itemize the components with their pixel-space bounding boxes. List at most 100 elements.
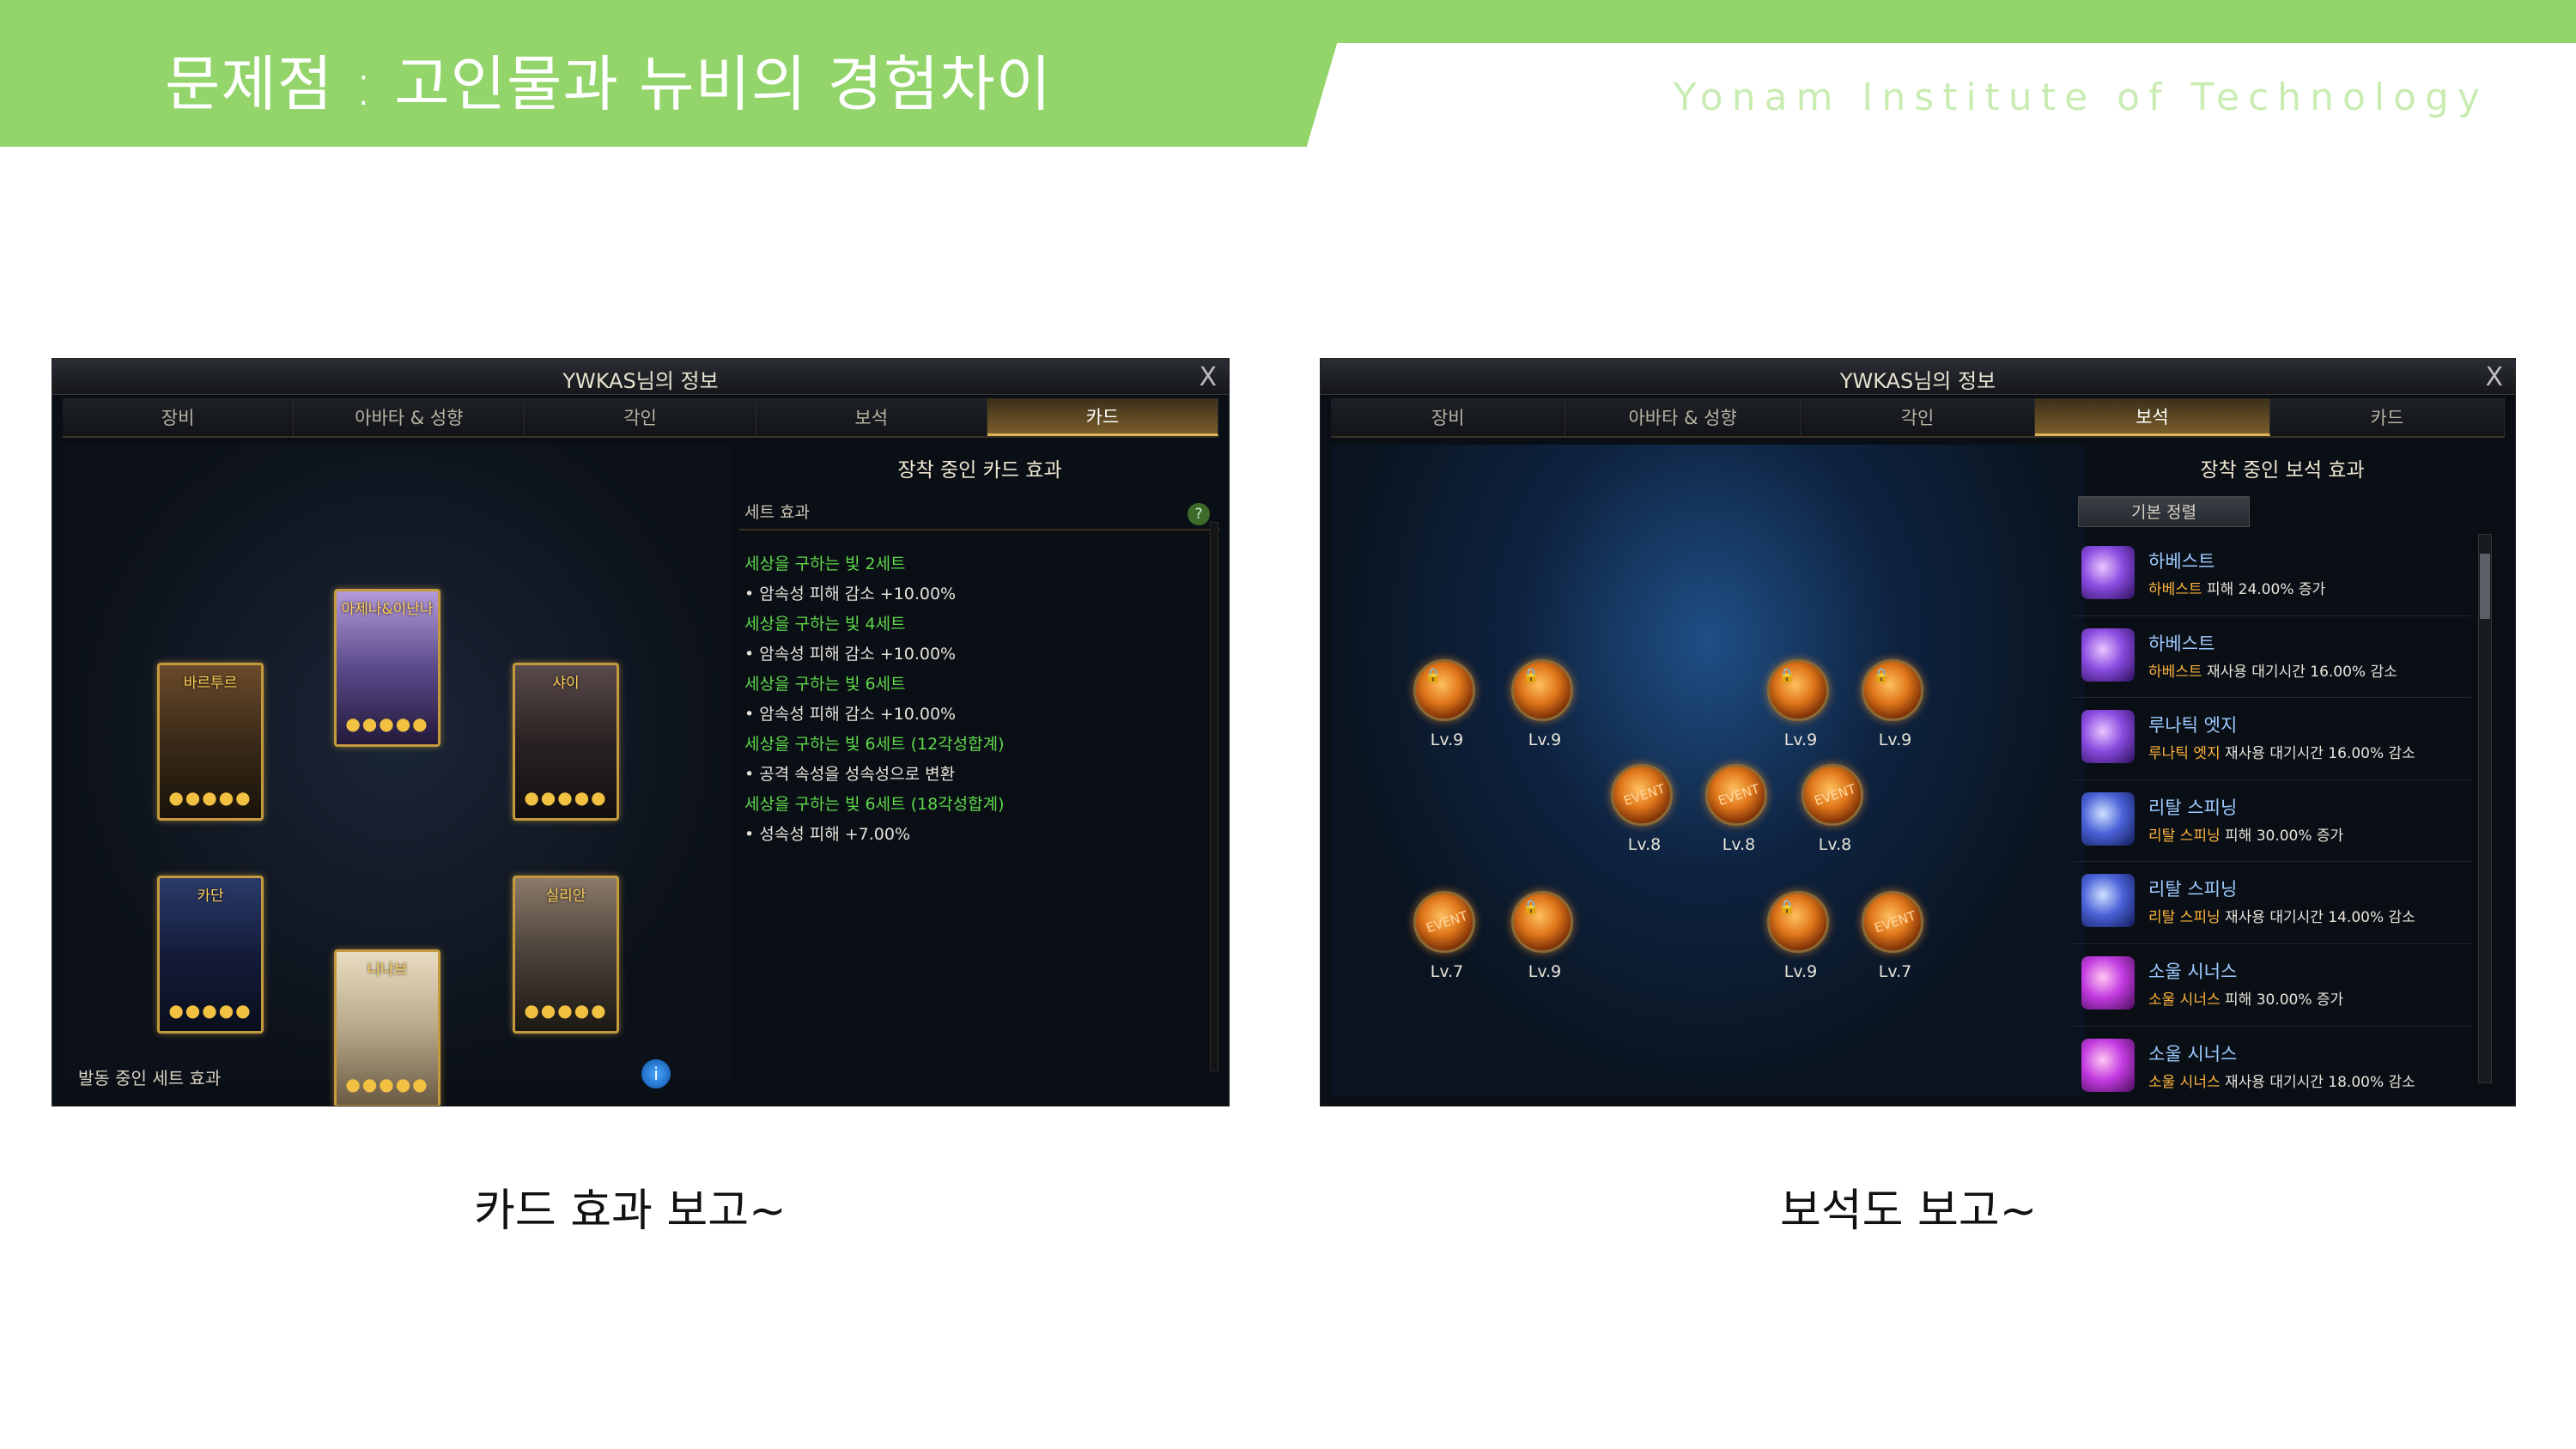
card-name: 아제나&이난나 (341, 601, 434, 618)
gem-socket[interactable]: 🔒 Lv.9 (1767, 891, 1829, 981)
skill-highlight: 리탈 스피닝 (2148, 909, 2221, 927)
skill-name: 소울 시너스 (2148, 1043, 2238, 1064)
set-effect-detail: • 암속성 피해 감소 +10.00% (744, 585, 957, 603)
tab-avatar[interactable]: 아바타 & 성향 (294, 398, 526, 436)
card-layout-area: 바르투르 ●●●●● 아제나&이난나 ●●●●● 샤이 ●●●●● 카단 ●●●… (63, 445, 732, 1106)
tab-cards[interactable]: 카드 (2269, 398, 2506, 436)
scrollbar[interactable] (2478, 534, 2492, 1083)
gem-socket[interactable]: EVENT Lv.7 (1413, 891, 1475, 981)
gem-socket[interactable]: EVENT Lv.8 (1611, 764, 1673, 854)
card-name: 샤이 (552, 675, 580, 692)
gem-effect-row[interactable]: 소울 시너스 소울 시너스 재사용 대기시간 18.00% 감소 (2073, 1027, 2471, 1106)
effect-text: 피해 30.00% 증가 (2220, 827, 2344, 845)
gem-level: Lv.9 (1878, 731, 1912, 749)
gem-socket[interactable]: EVENT Lv.7 (1862, 891, 1923, 981)
card-window-screenshot: YWKAS님의 정보 X 장비 아바타 & 성향 각인 보석 카드 바르투르 ●… (52, 358, 1230, 1106)
set-effect-title: 세상을 구하는 빛 6세트 (744, 675, 906, 694)
close-icon[interactable]: X (1199, 362, 1217, 392)
tab-gems[interactable]: 보석 (756, 398, 987, 436)
gem-effect-panel: 장착 중인 보석 효과 기본 정렬 하베스트 하베스트 피해 24.00% 증가 하… (2068, 445, 2497, 1097)
caption-gems: 보석도 보고~ (1780, 1185, 2038, 1237)
card-slot[interactable]: 니나브 ●●●●● (334, 949, 440, 1106)
gem-effect-row[interactable]: 하베스트 하베스트 피해 24.00% 증가 (2073, 534, 2471, 616)
gem-socket[interactable]: 🔒 Lv.9 (1862, 659, 1923, 749)
set-effect-title: 세상을 구하는 빛 2세트 (744, 555, 906, 573)
card-slot[interactable]: 카단 ●●●●● (157, 876, 264, 1034)
tab-cards[interactable]: 카드 (987, 398, 1219, 436)
help-icon[interactable]: ? (1188, 503, 1210, 525)
gem-socket[interactable]: 🔒 Lv.9 (1767, 659, 1829, 749)
card-slot[interactable]: 바르투르 ●●●●● (157, 663, 264, 821)
lock-icon: 🔒 (1778, 899, 1795, 915)
set-effect-header: 세트 효과 (739, 500, 1220, 530)
event-tag: EVENT (1424, 907, 1470, 937)
awaken-gems: ●●●●● (345, 713, 429, 734)
gem-level: Lv.7 (1878, 962, 1912, 981)
lock-icon: 🔒 (1522, 667, 1540, 683)
skill-highlight: 소울 시너스 (2148, 991, 2221, 1009)
set-effect-title: 세상을 구하는 빛 4세트 (744, 615, 906, 634)
lock-icon: 🔒 (1522, 899, 1540, 915)
gem-effect-row[interactable]: 소울 시너스 소울 시너스 피해 30.00% 증가 (2073, 944, 2471, 1027)
tab-engraving[interactable]: 각인 (1800, 398, 2036, 436)
lock-icon: 🔒 (1873, 667, 1890, 683)
active-set-label: 발동 중인 세트 효과 (78, 1068, 222, 1088)
tab-avatar[interactable]: 아바타 & 성향 (1565, 398, 1801, 436)
skill-effect: 소울 시너스 재사용 대기시간 18.00% 감소 (2148, 1070, 2415, 1091)
effect-text: 재사용 대기시간 16.00% 감소 (2202, 663, 2397, 681)
skill-highlight: 하베스트 (2148, 663, 2202, 681)
skill-highlight: 리탈 스피닝 (2148, 827, 2221, 845)
awaken-gems: ●●●●● (345, 1074, 429, 1094)
skill-icon (2081, 791, 2135, 846)
card-name: 실리안 (545, 888, 586, 905)
effect-text: 피해 24.00% 증가 (2202, 581, 2326, 598)
gem-level: Lv.8 (1627, 835, 1662, 854)
gem-effect-list: 하베스트 하베스트 피해 24.00% 증가 하베스트 하베스트 재사용 대기시간 1… (2073, 534, 2471, 1106)
gem-level: Lv.9 (1430, 731, 1464, 749)
gem-level: Lv.8 (1722, 835, 1756, 854)
gem-level: Lv.9 (1528, 731, 1562, 749)
close-icon[interactable]: X (2485, 362, 2503, 392)
card-slot[interactable]: 샤이 ●●●●● (513, 663, 619, 821)
gem-effect-row[interactable]: 하베스트 하베스트 재사용 대기시간 16.00% 감소 (2073, 616, 2471, 699)
window-titlebar: YWKAS님의 정보 X (1321, 359, 2515, 395)
gem-effect-row[interactable]: 리탈 스피닝 리탈 스피닝 피해 30.00% 증가 (2073, 780, 2471, 863)
gem-socket[interactable]: EVENT Lv.8 (1705, 764, 1767, 854)
gem-window-screenshot: YWKAS님의 정보 X 장비 아바타 & 성향 각인 보석 카드 🔒 Lv.9 🔒… (1320, 358, 2516, 1106)
gem-socket[interactable]: EVENT Lv.8 (1801, 764, 1863, 854)
gem-effect-row[interactable]: 리탈 스피닝 리탈 스피닝 재사용 대기시간 14.00% 감소 (2073, 862, 2471, 944)
skill-effect: 하베스트 재사용 대기시간 16.00% 감소 (2148, 659, 2397, 681)
card-slot[interactable]: 아제나&이난나 ●●●●● (334, 589, 440, 747)
tab-equipment[interactable]: 장비 (1331, 398, 1566, 436)
gem-socket[interactable]: 🔒 Lv.9 (1413, 659, 1475, 749)
skill-icon (2081, 627, 2135, 682)
tab-engraving[interactable]: 각인 (525, 398, 756, 436)
set-effect-detail: • 공격 속성을 성속성으로 변환 (744, 765, 956, 784)
skill-highlight: 소울 시너스 (2148, 1073, 2221, 1091)
tab-equipment[interactable]: 장비 (63, 398, 295, 436)
effect-text: 재사용 대기시간 14.00% 감소 (2220, 909, 2415, 927)
set-effect-detail: • 암속성 피해 감소 +10.00% (744, 705, 957, 724)
awaken-gems: ●●●●● (168, 1000, 252, 1021)
gem-level: Lv.9 (1783, 962, 1818, 981)
card-name: 카단 (197, 888, 224, 905)
skill-name: 루나틱 엣지 (2148, 715, 2238, 737)
skill-icon (2081, 955, 2135, 1009)
tab-gems[interactable]: 보석 (2035, 398, 2270, 436)
card-slot[interactable]: 실리안 ●●●●● (513, 876, 619, 1034)
panel-title: 장착 중인 카드 효과 (897, 459, 1062, 482)
tab-bar: 장비 아바타 & 성향 각인 보석 카드 (63, 398, 1219, 438)
event-tag: EVENT (1812, 780, 1858, 809)
scrollbar[interactable] (1210, 522, 1218, 1071)
gem-effect-row[interactable]: 루나틱 엣지 루나틱 엣지 재사용 대기시간 16.00% 감소 (2073, 698, 2471, 780)
info-icon[interactable]: i (641, 1059, 671, 1088)
skill-effect: 소울 시너스 피해 30.00% 증가 (2148, 987, 2343, 1009)
window-titlebar: YWKAS님의 정보 X (52, 359, 1229, 395)
skill-icon (2081, 1038, 2135, 1092)
set-effect-title: 세상을 구하는 빛 6세트 (12각성합계) (744, 735, 1005, 754)
gem-socket[interactable]: 🔒 Lv.9 (1511, 891, 1573, 981)
gem-socket[interactable]: 🔒 Lv.9 (1511, 659, 1573, 749)
panel-title: 장착 중인 보석 효과 (2200, 459, 2365, 482)
sort-button[interactable]: 기본 정렬 (2078, 496, 2250, 527)
scrollbar-thumb[interactable] (2480, 554, 2490, 619)
